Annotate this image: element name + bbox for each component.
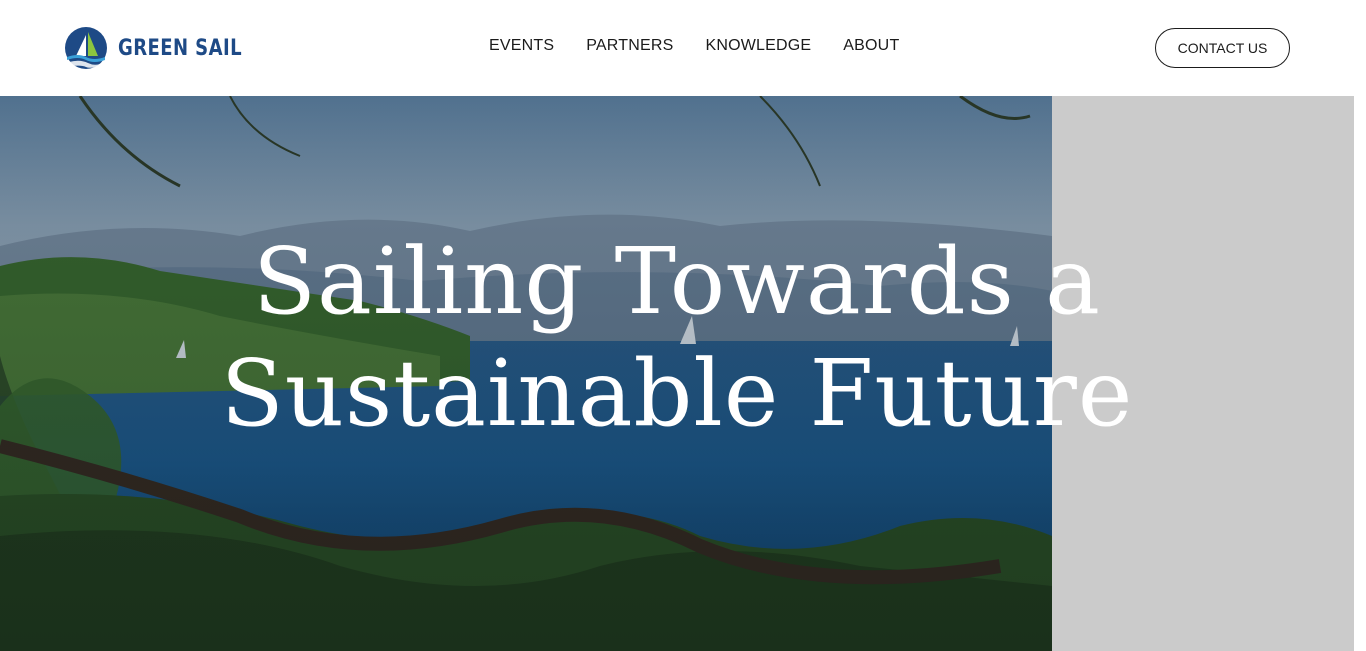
sailboat-logo-icon	[65, 27, 107, 69]
hero-title-line-1: Sailing Towards a	[253, 228, 1101, 335]
nav-item-partners[interactable]: PARTNERS	[586, 37, 673, 55]
main-nav: EVENTS PARTNERS KNOWLEDGE ABOUT	[489, 37, 899, 55]
nav-item-about[interactable]: ABOUT	[843, 37, 899, 55]
page-edge	[1354, 96, 1366, 651]
site-header: GREEN SAIL EVENTS PARTNERS KNOWLEDGE ABO…	[0, 0, 1366, 96]
hero-title: Sailing Towards a Sustainable Future	[0, 226, 1354, 450]
brand-logo[interactable]: GREEN SAIL	[64, 26, 269, 70]
nav-item-knowledge[interactable]: KNOWLEDGE	[705, 37, 811, 55]
brand-name: GREEN SAIL	[118, 35, 242, 61]
contact-us-button[interactable]: CONTACT US	[1155, 28, 1290, 68]
nav-item-events[interactable]: EVENTS	[489, 37, 554, 55]
hero-title-line-2: Sustainable Future	[220, 340, 1134, 447]
